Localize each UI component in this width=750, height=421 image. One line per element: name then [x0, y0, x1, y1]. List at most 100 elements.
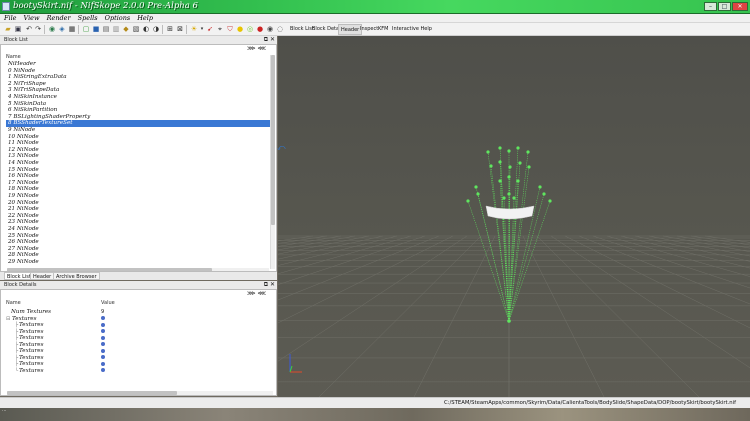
tab-kfm[interactable]: KFM	[376, 24, 390, 35]
block-list-row[interactable]: 19 NiNode	[6, 193, 271, 200]
menu-help[interactable]: Help	[137, 14, 153, 22]
close-button[interactable]: ✕	[732, 2, 748, 11]
panel-tabs-bar: Block List Header Archive Browser	[0, 272, 277, 280]
panel-tab-archive-browser[interactable]: Archive Browser	[53, 272, 100, 280]
texture-link-icon	[101, 316, 105, 320]
block-list-row[interactable]: 14 NiNode	[6, 160, 271, 167]
details-value-header[interactable]: Value	[101, 300, 115, 306]
block-list-row[interactable]: 1 NiStringExtraData	[6, 74, 271, 81]
block-list-row[interactable]: 18 NiNode	[6, 186, 271, 193]
tab-interactive-help[interactable]: Interactive Help	[390, 24, 434, 35]
bone-node	[548, 199, 552, 203]
block-list-name-header[interactable]: Name	[6, 54, 21, 60]
block-list-vscroll[interactable]	[270, 55, 275, 269]
block-list-row[interactable]: 28 NiNode	[6, 252, 271, 259]
minimize-button[interactable]: –	[704, 2, 717, 11]
block-list-row[interactable]: 2 NiTriShape	[6, 81, 271, 88]
title-bar[interactable]: bootySkirt.nif - NifSkope 2.0.0 Pre-Alph…	[0, 0, 750, 14]
block-list-row[interactable]: 22 NiNode	[6, 213, 271, 220]
block-list-scroll-thumb[interactable]	[271, 55, 275, 225]
scene-canvas[interactable]	[278, 36, 750, 397]
load-view-icon[interactable]: ◉	[48, 25, 56, 33]
sun-icon[interactable]: ☀	[190, 25, 198, 33]
collapse-expand-icon[interactable]: ⋙ ⋘	[247, 45, 266, 52]
camera-icon[interactable]: ◉	[266, 25, 274, 33]
block-list-row[interactable]: 26 NiNode	[6, 239, 271, 246]
save-view-icon[interactable]: ◈	[58, 25, 66, 33]
record-icon[interactable]: ●	[256, 25, 264, 33]
block-list-row[interactable]: 23 NiNode	[6, 219, 271, 226]
details-value[interactable]	[101, 368, 105, 375]
frame-icon[interactable]: ▢	[82, 25, 90, 33]
details-name: Textures	[19, 367, 44, 374]
grid-icon[interactable]: ▦	[68, 25, 76, 33]
splitter-handle-icon[interactable]: ⤺	[277, 143, 286, 153]
menu-view[interactable]: View	[24, 14, 40, 22]
light-icon[interactable]: ◑	[152, 25, 160, 33]
block-list-dock-title[interactable]: Block List ⧉ ✕	[0, 36, 277, 44]
bone-node	[516, 179, 520, 183]
view-icon[interactable]: ◌	[276, 25, 284, 33]
texture-link-icon	[101, 368, 105, 372]
panel-tab-header[interactable]: Header	[30, 272, 55, 280]
wire-icon[interactable]: ⊞	[166, 25, 174, 33]
bone-node	[512, 196, 516, 200]
menu-spells[interactable]: Spells	[78, 14, 98, 22]
block-list-row[interactable]: 24 NiNode	[6, 226, 271, 233]
window-title: bootySkirt.nif - NifSkope 2.0.0 Pre-Alph…	[13, 1, 198, 11]
maximize-button[interactable]: □	[718, 2, 731, 11]
block-list-row[interactable]: 7 BSLightingShaderProperty	[6, 114, 271, 121]
block-list-row[interactable]: 17 NiNode	[6, 180, 271, 187]
texture-icon[interactable]: ▤	[102, 25, 110, 33]
eye-icon[interactable]: ◐	[142, 25, 150, 33]
open-icon[interactable]: ▰	[4, 25, 12, 33]
undo-icon[interactable]: ↶	[25, 25, 33, 33]
block-list-row[interactable]: 15 NiNode	[6, 167, 271, 174]
block-list-row[interactable]: 16 NiNode	[6, 173, 271, 180]
menu-options[interactable]: Options	[105, 14, 131, 22]
block-list-row[interactable]: 6 NiSkinPartition	[6, 107, 271, 114]
block-list-row[interactable]: 20 NiNode	[6, 200, 271, 207]
dock-float-close-icon[interactable]: ⧉ ✕	[264, 281, 275, 289]
save-icon[interactable]: ▣	[14, 25, 22, 33]
redo-icon[interactable]: ↷	[34, 25, 42, 33]
lighting-icon[interactable]: ◆	[122, 25, 130, 33]
solid-icon[interactable]: ⊠	[176, 25, 184, 33]
block-details-dock-title[interactable]: Block Details ⧉ ✕	[0, 281, 277, 289]
vertex-icon[interactable]: ▥	[112, 25, 120, 33]
block-list-row[interactable]: 13 NiNode	[6, 153, 271, 160]
menu-file[interactable]: File	[4, 14, 17, 22]
render-viewport[interactable]	[278, 36, 750, 397]
block-list-row[interactable]: 5 NiSkinData	[6, 101, 271, 108]
block-list-row[interactable]: 12 NiNode	[6, 147, 271, 154]
block-list-row[interactable]: 9 NiNode	[6, 127, 271, 134]
menu-render[interactable]: Render	[47, 14, 71, 22]
block-list-row[interactable]: 10 NiNode	[6, 134, 271, 141]
block-list-title: Block List	[4, 37, 28, 43]
block-list-row[interactable]: 3 NiTriShapeData	[6, 87, 271, 94]
details-name-header[interactable]: Name	[6, 300, 21, 306]
dropdown-icon[interactable]: ▾	[198, 25, 206, 33]
block-list-row[interactable]: 0 NiNode	[6, 68, 271, 75]
block-list-row[interactable]: 29 NiNode	[6, 259, 271, 266]
arrow-icon[interactable]: ➹	[206, 25, 214, 33]
cube-icon[interactable]: ■	[92, 25, 100, 33]
dock-float-close-icon[interactable]: ⧉ ✕	[264, 36, 275, 44]
details-row[interactable]: └ Textures	[6, 368, 271, 375]
block-list-row[interactable]: 21 NiNode	[6, 206, 271, 213]
block-list-row[interactable]: 27 NiNode	[6, 246, 271, 253]
desktop-background: ⋯	[0, 408, 750, 421]
block-list-row[interactable]: 25 NiNode	[6, 233, 271, 240]
shield-icon[interactable]: ⛉	[226, 25, 234, 33]
block-list-row[interactable]: 11 NiNode	[6, 140, 271, 147]
details-hscroll[interactable]	[7, 391, 273, 395]
bone-node	[507, 149, 511, 153]
block-list-row[interactable]: 4 NiSkinInstance	[6, 94, 271, 101]
block-list-row[interactable]: NiHeader	[6, 61, 271, 68]
block-list-row[interactable]: 8 BSShaderTextureSet	[6, 120, 271, 127]
info-icon[interactable]: ●	[236, 25, 244, 33]
target-icon[interactable]: ◎	[246, 25, 254, 33]
collapse-expand-icon[interactable]: ⋙ ⋘	[247, 290, 266, 297]
cube-outline-icon[interactable]: ▧	[132, 25, 140, 33]
select-icon[interactable]: ⌖	[216, 25, 224, 33]
